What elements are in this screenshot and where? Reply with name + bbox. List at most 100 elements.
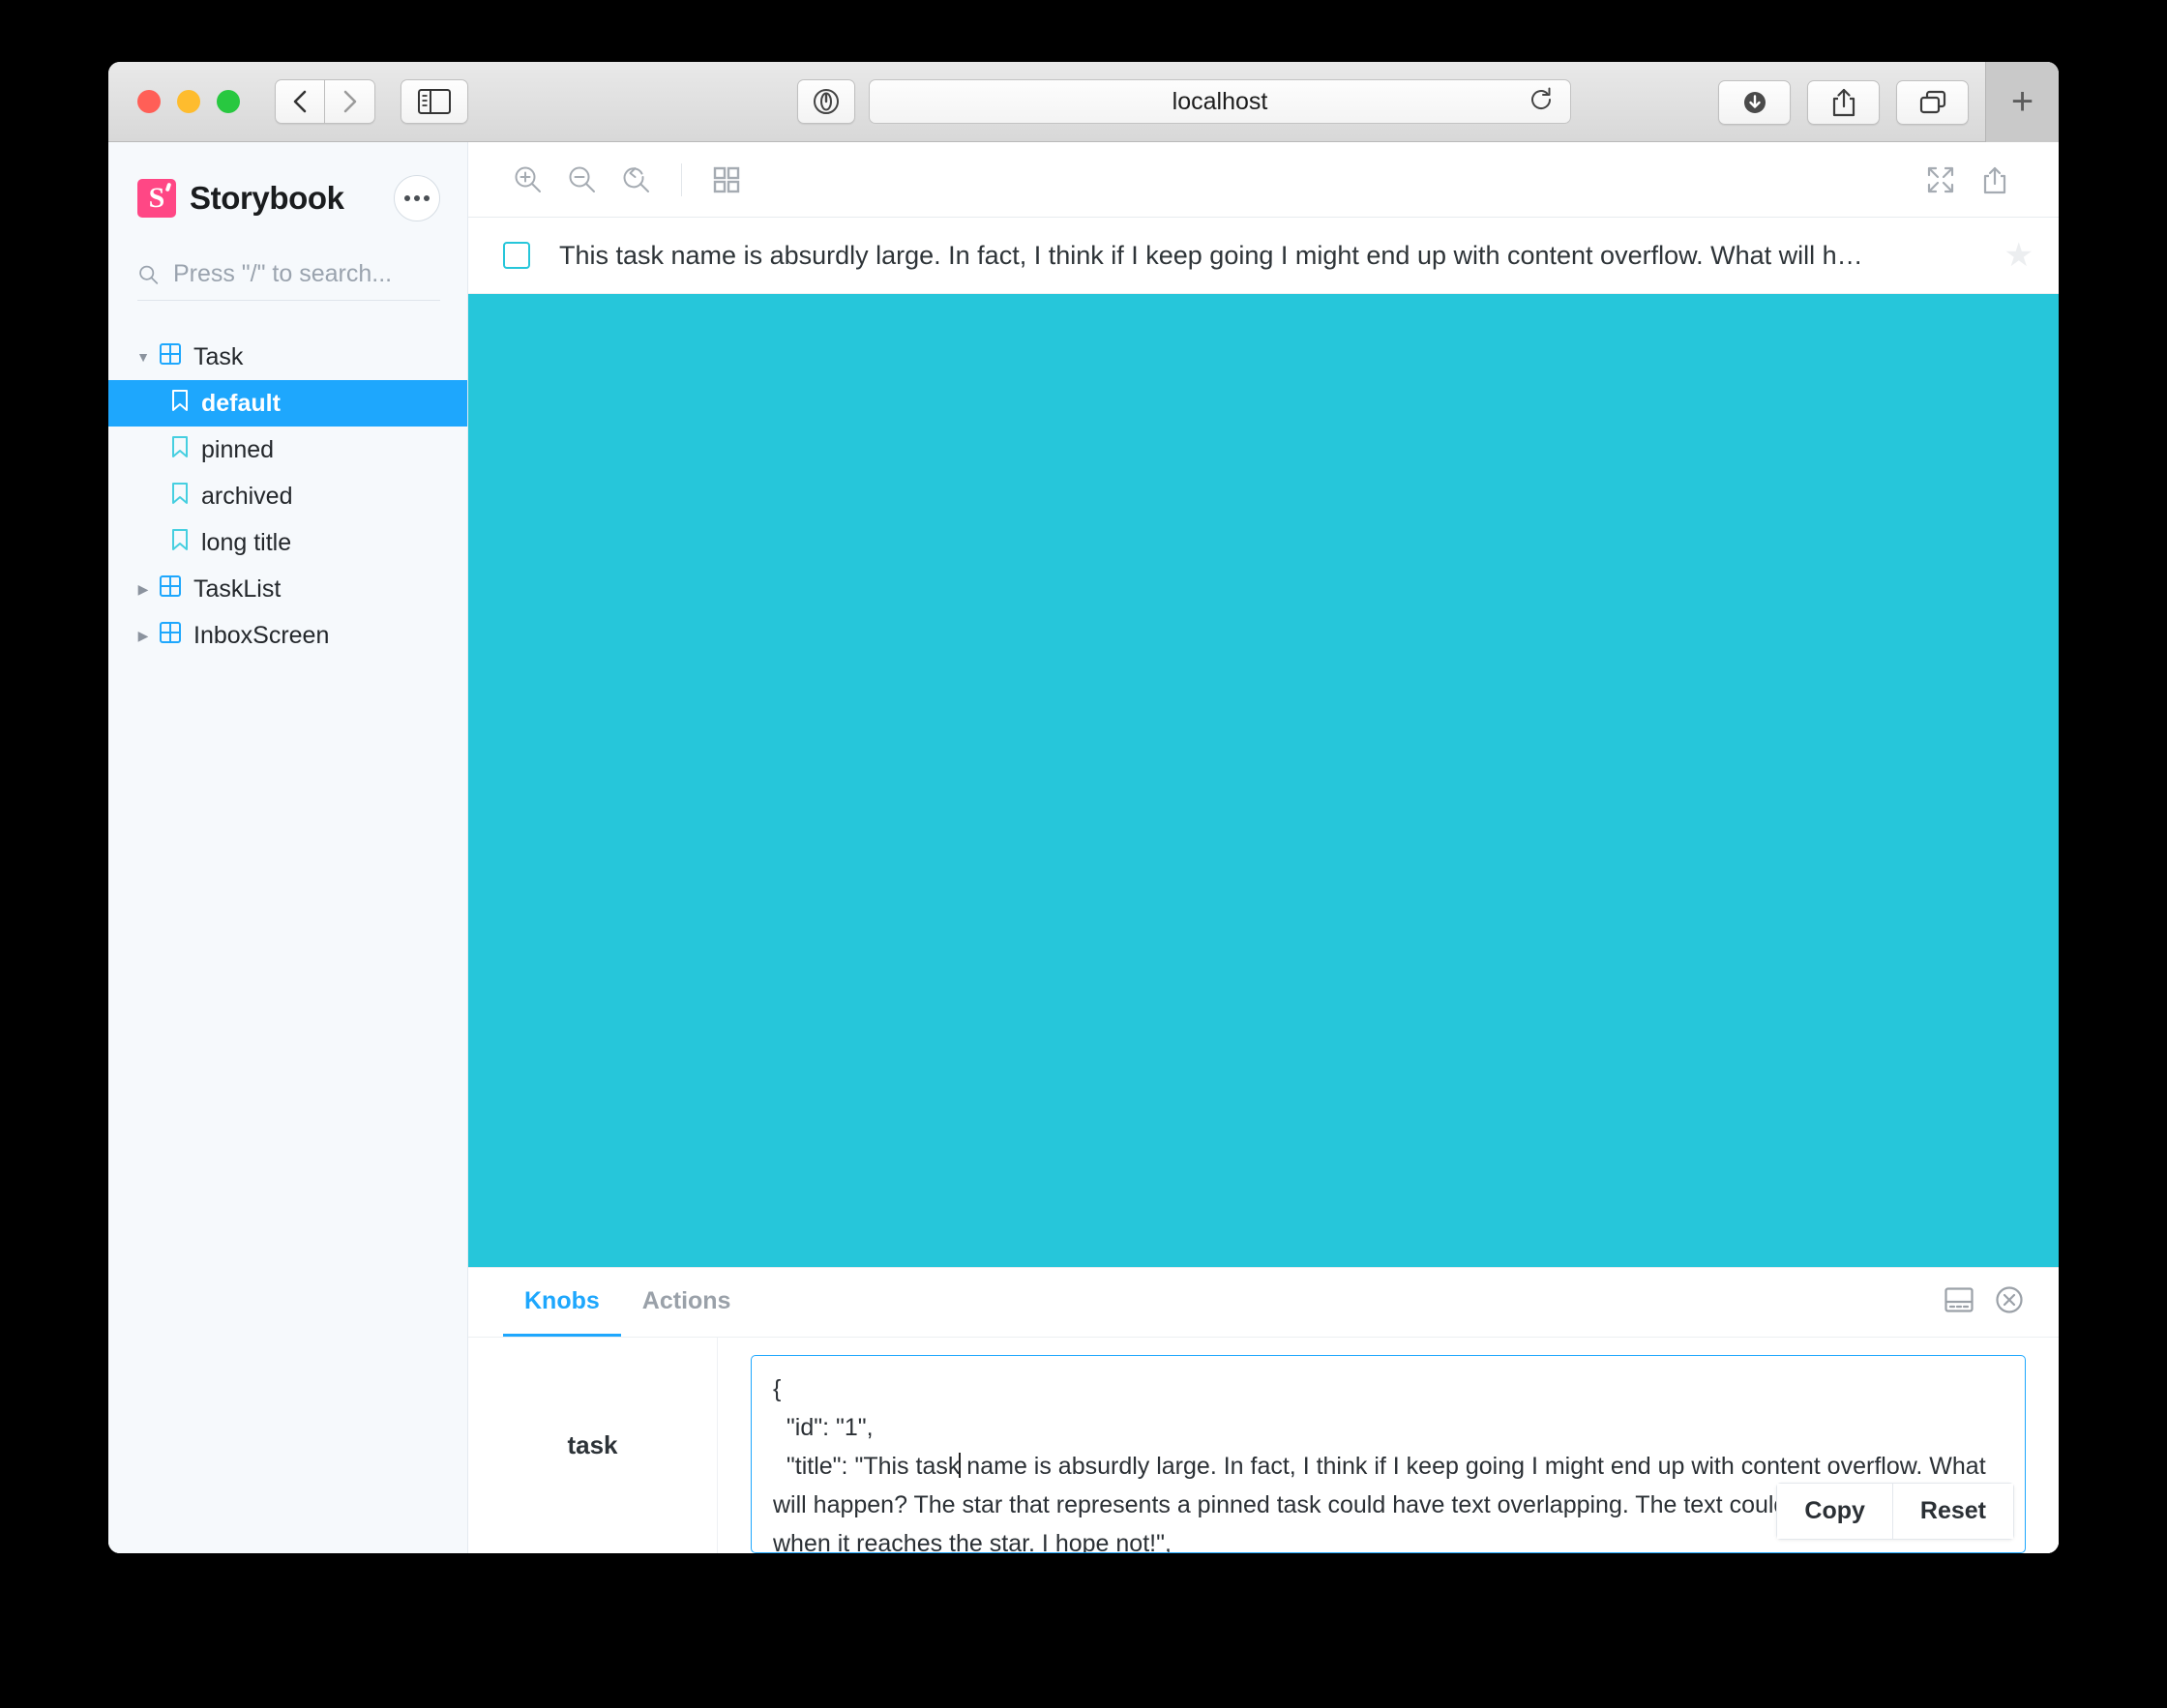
grid-icon	[713, 166, 740, 192]
browser-titlebar: localhost +	[108, 62, 2059, 142]
expand-icon	[1927, 166, 1954, 192]
close-addon-panel-button[interactable]	[1995, 1285, 2024, 1319]
chevron-left-icon	[293, 90, 307, 113]
zoom-reset-button[interactable]	[609, 153, 664, 207]
downloads-button[interactable]	[1718, 79, 1791, 125]
component-icon	[159, 621, 182, 651]
sidebar-menu-button[interactable]	[394, 175, 440, 221]
addon-panel-controls	[1944, 1268, 2059, 1337]
tree-item-label: InboxScreen	[193, 621, 330, 649]
tree-item-label: archived	[201, 482, 293, 510]
address-bar[interactable]: localhost	[869, 79, 1571, 124]
editor-actions: Copy Reset	[1776, 1483, 2014, 1540]
search-icon	[139, 265, 159, 284]
zoom-out-button[interactable]	[555, 153, 609, 207]
titlebar-right-buttons: +	[1718, 62, 2059, 142]
tab-actions[interactable]: Actions	[621, 1268, 753, 1337]
zoom-reset-icon	[623, 166, 649, 192]
task-checkbox[interactable]	[503, 242, 530, 269]
reload-button[interactable]	[1528, 86, 1555, 118]
json-line-title-before: "title": "This task	[773, 1453, 961, 1480]
share-button[interactable]	[1807, 79, 1880, 125]
storybook-logo-icon: S	[137, 179, 176, 218]
storybook-sidebar: S Storybook ▼	[108, 142, 468, 1553]
tree-item-task[interactable]: ▼ Task	[108, 334, 467, 380]
storybook-app: S Storybook ▼	[108, 142, 2059, 1553]
forward-button[interactable]	[325, 79, 375, 124]
chevron-right-icon[interactable]: ▶	[134, 581, 153, 598]
address-bar-container: localhost	[797, 79, 1571, 124]
knob-value-cell: { "id": "1", "title": "This task name is…	[718, 1338, 2059, 1553]
new-tab-button[interactable]: +	[1985, 62, 2059, 142]
address-bar-url: localhost	[1172, 87, 1268, 115]
tree-item-tasklist[interactable]: ▶ TaskList	[108, 566, 467, 612]
minimize-window-button[interactable]	[177, 90, 200, 113]
dot-icon	[414, 195, 420, 201]
toolbar-divider	[681, 162, 682, 196]
knob-row: task { "id": "1", "title": "This task na…	[468, 1338, 2059, 1553]
json-line: "id": "1",	[773, 1414, 874, 1441]
bookmark-icon	[170, 482, 190, 512]
preview-canvas	[468, 294, 2059, 1267]
component-icon	[159, 342, 182, 372]
close-circle-icon	[1996, 1286, 2023, 1313]
dot-icon	[424, 195, 430, 201]
reset-button[interactable]: Reset	[1891, 1484, 2013, 1539]
addon-panel: Knobs Actions task {"id": "1", "title":…	[468, 1267, 2059, 1553]
pin-star-icon[interactable]: ★	[2004, 239, 2033, 272]
tree-item-label: long title	[201, 528, 292, 556]
tab-overview-button[interactable]	[1896, 79, 1969, 125]
zoom-out-icon	[569, 166, 595, 192]
navigation-buttons	[275, 79, 375, 124]
bookmark-icon	[170, 435, 190, 465]
tree-item-label: Task	[193, 342, 244, 370]
tree-item-archived[interactable]: archived	[108, 473, 467, 519]
back-button[interactable]	[275, 79, 325, 124]
tree-item-label: pinned	[201, 435, 275, 463]
storybook-main: This task name is absurdly large. In fac…	[468, 142, 2059, 1553]
tree-item-label: TaskList	[193, 574, 282, 603]
tree-item-pinned[interactable]: pinned	[108, 427, 467, 473]
chevron-down-icon[interactable]: ▼	[134, 349, 153, 365]
panel-layout-icon	[1944, 1287, 1974, 1312]
window-controls	[137, 90, 240, 113]
chevron-right-icon	[343, 90, 356, 113]
close-window-button[interactable]	[137, 90, 161, 113]
download-icon	[1743, 91, 1766, 113]
share-icon	[1983, 166, 2006, 193]
search-input[interactable]	[172, 260, 440, 288]
storybook-brand: S Storybook	[108, 175, 467, 221]
browser-window: localhost + S Storybook Press "/" to sea…	[108, 62, 2059, 1553]
tree-item-default[interactable]: default	[108, 380, 467, 427]
reader-view-button[interactable]	[797, 79, 855, 124]
sidebar-search	[137, 260, 440, 301]
bookmark-icon	[170, 389, 190, 419]
sidebar-toggle-button[interactable]	[401, 79, 468, 124]
zoom-in-button[interactable]	[501, 153, 555, 207]
maximize-window-button[interactable]	[217, 90, 240, 113]
tabs-icon	[1919, 90, 1945, 113]
task-item[interactable]: This task name is absurdly large. In fac…	[468, 218, 2059, 294]
tab-knobs[interactable]: Knobs	[503, 1268, 621, 1337]
open-in-new-tab-button[interactable]	[1968, 153, 2022, 207]
task-title: This task name is absurdly large. In fac…	[559, 240, 1863, 270]
preview-toolbar	[468, 142, 2059, 218]
tree-item-long-title[interactable]: long title	[108, 519, 467, 566]
background-grid-button[interactable]	[699, 153, 754, 207]
json-line: {	[773, 1375, 782, 1402]
addon-tabs: Knobs Actions	[468, 1268, 2059, 1338]
panel-position-button[interactable]	[1944, 1287, 1974, 1317]
bookmark-icon	[170, 528, 190, 558]
copy-button[interactable]: Copy	[1777, 1484, 1892, 1539]
story-tree: ▼ Task default pinned archived long titl…	[108, 334, 467, 659]
reload-icon	[1531, 87, 1552, 109]
tree-item-label: default	[201, 389, 281, 417]
component-icon	[159, 574, 182, 604]
tree-item-inboxscreen[interactable]: ▶ InboxScreen	[108, 612, 467, 659]
sidebar-icon	[418, 89, 451, 114]
share-icon	[1832, 88, 1855, 116]
fullscreen-button[interactable]	[1914, 153, 1968, 207]
zoom-in-icon	[515, 166, 541, 192]
dot-icon	[404, 195, 410, 201]
chevron-right-icon[interactable]: ▶	[134, 628, 153, 644]
